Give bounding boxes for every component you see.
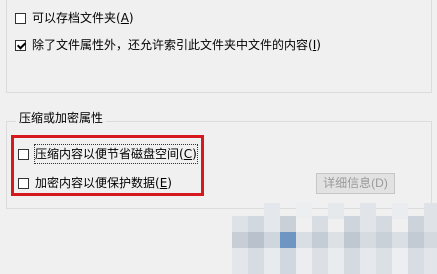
index-option[interactable]: 除了文件属性外，还允许索引此文件夹中文件的内容(I) <box>15 36 321 54</box>
index-checkbox[interactable] <box>15 39 26 51</box>
archive-checkbox[interactable] <box>15 12 26 24</box>
index-label[interactable]: 除了文件属性外，还允许索引此文件夹中文件的内容(I) <box>32 36 321 54</box>
details-button[interactable]: 详细信息(D) <box>316 173 395 194</box>
annotation-highlight-box <box>11 135 204 196</box>
compress-encrypt-group-title: 压缩或加密属性 <box>16 110 107 126</box>
archive-label[interactable]: 可以存档文件夹(A) <box>32 9 134 27</box>
archive-option[interactable]: 可以存档文件夹(A) <box>15 9 134 27</box>
